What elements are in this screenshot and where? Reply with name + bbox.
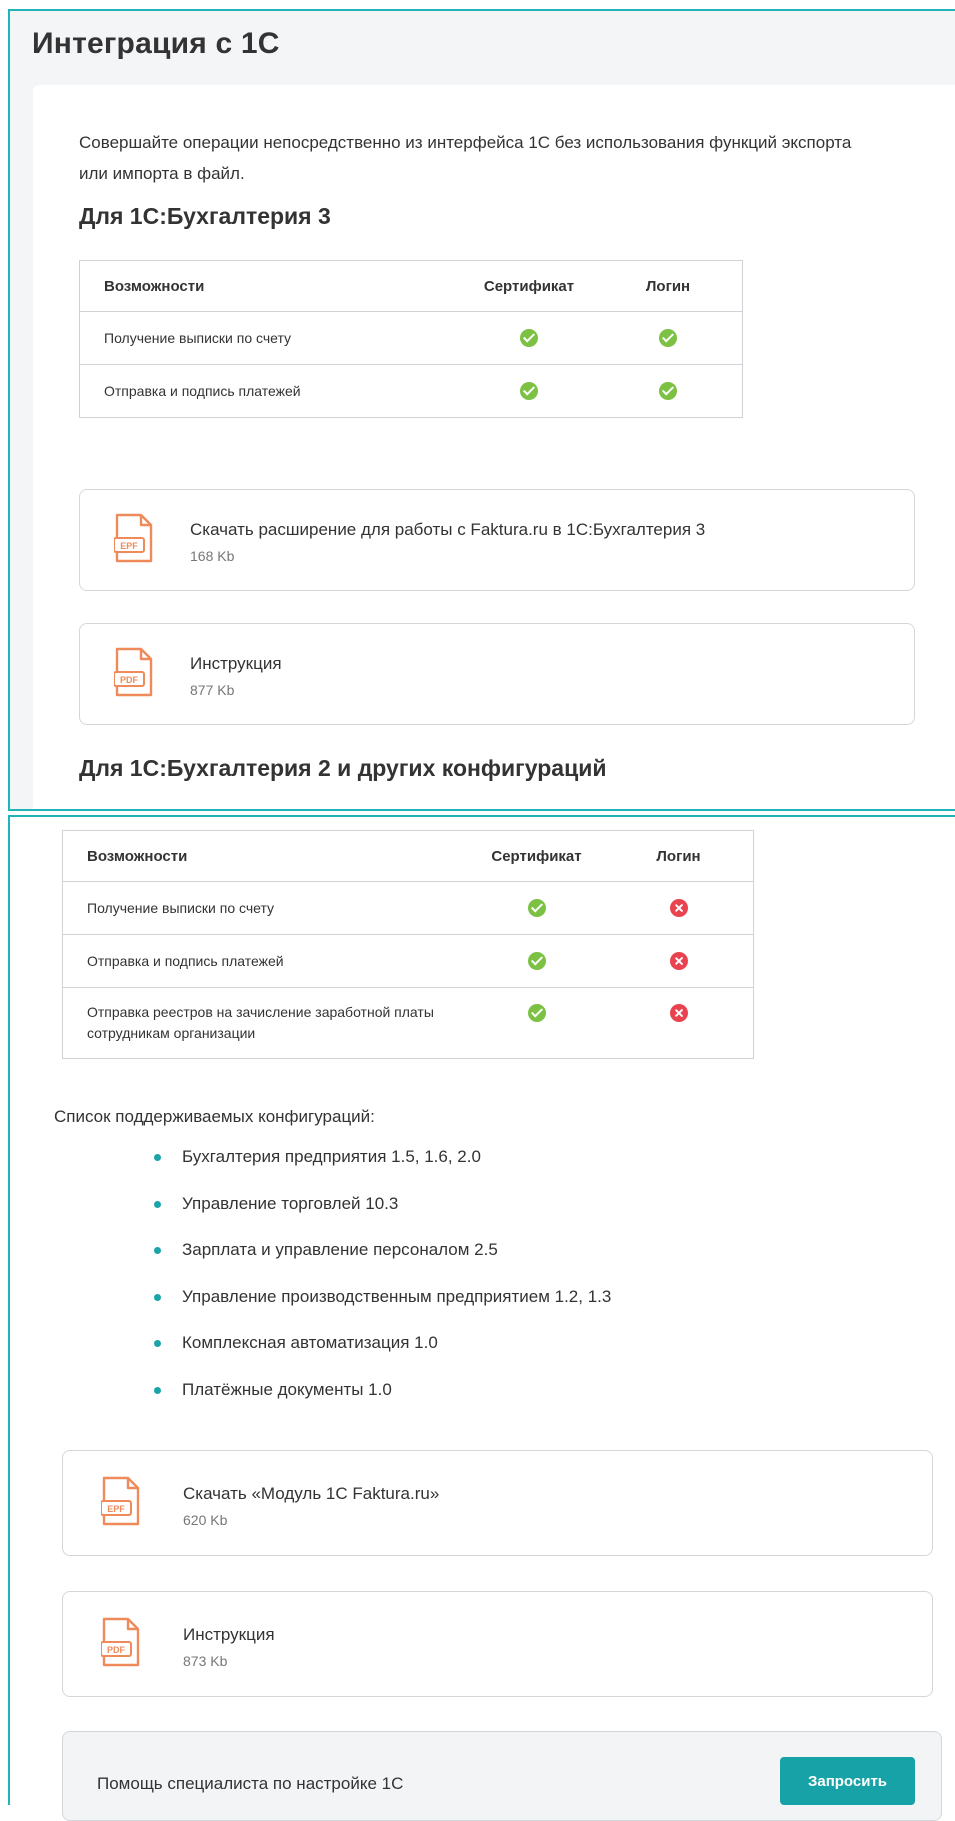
table-header-row: Возможности Сертификат Логин — [62, 830, 754, 882]
svg-text:PDF: PDF — [107, 1645, 126, 1655]
check-icon — [527, 952, 546, 971]
download-title: Инструкция — [190, 654, 282, 673]
feature-label: Получение выписки по счету — [62, 881, 469, 935]
features-table-buh2: Возможности Сертификат Логин Получение в… — [62, 830, 754, 1059]
check-icon — [520, 382, 538, 401]
file-size: 873 Kb — [183, 1653, 228, 1669]
pdf-file-icon: PDF — [114, 647, 153, 697]
pdf-file-icon: PDF — [101, 1617, 140, 1667]
list-item: Платёжные документы 1.0 — [140, 1379, 611, 1426]
check-icon — [527, 1004, 546, 1023]
help-box: Помощь специалиста по настройке 1С Запро… — [62, 1731, 942, 1821]
download-instruction-buh3[interactable]: PDF Инструкция 877 Kb — [79, 623, 915, 725]
svg-text:EPF: EPF — [107, 1504, 125, 1514]
feature-label: Отправка и подпись платежей — [62, 934, 469, 988]
list-item: Комплексная автоматизация 1.0 — [140, 1332, 611, 1379]
cross-icon — [669, 899, 688, 918]
cross-icon — [669, 952, 688, 971]
download-extension-buh3[interactable]: EPF Скачать расширение для работы с Fakt… — [79, 489, 915, 591]
col-header-certificate: Сертификат — [469, 830, 604, 882]
list-item: Зарплата и управление персоналом 2.5 — [140, 1239, 611, 1286]
table-row: Отправка и подпись платежей — [62, 934, 754, 988]
file-size: 620 Kb — [183, 1512, 228, 1528]
feature-label: Получение выписки по счету — [79, 311, 464, 365]
col-header-login: Логин — [594, 260, 743, 312]
table-edge-divider — [79, 809, 743, 811]
download-module-1c[interactable]: EPF Скачать «Модуль 1С Faktura.ru» 620 K… — [62, 1450, 933, 1556]
download-instruction-module[interactable]: PDF Инструкция 873 Kb — [62, 1591, 933, 1697]
table-header-row: Возможности Сертификат Логин — [79, 260, 743, 312]
section-heading-buh3: Для 1С:Бухгалтерия 3 — [79, 203, 331, 229]
col-header-login: Логин — [604, 830, 754, 882]
epf-file-icon: EPF — [114, 513, 153, 563]
download-title: Скачать расширение для работы с Faktura.… — [190, 520, 706, 539]
request-button[interactable]: Запросить — [780, 1757, 915, 1805]
feature-label: Отправка и подпись платежей — [79, 364, 464, 418]
features-table-buh3: Возможности Сертификат Логин Получение в… — [79, 260, 743, 418]
configs-list-title: Список поддерживаемых конфигураций: — [54, 1107, 375, 1126]
check-icon — [659, 329, 677, 348]
page-title: Интеграция с 1С — [32, 27, 280, 60]
download-title: Скачать «Модуль 1С Faktura.ru» — [183, 1484, 440, 1503]
table-row: Отправка и подпись платежей — [79, 364, 743, 418]
cross-icon — [669, 1004, 688, 1023]
list-item: Бухгалтерия предприятия 1.5, 1.6, 2.0 — [140, 1146, 611, 1193]
check-icon — [520, 329, 538, 348]
epf-file-icon: EPF — [101, 1476, 140, 1526]
feature-label: Отправка реестров на зачисление заработн… — [62, 987, 469, 1059]
download-title: Инструкция — [183, 1625, 275, 1644]
file-size: 877 Kb — [190, 682, 235, 698]
check-icon — [527, 899, 546, 918]
table-row: Отправка реестров на зачисление заработн… — [62, 987, 754, 1059]
list-item: Управление торговлей 10.3 — [140, 1193, 611, 1240]
col-header-features: Возможности — [79, 260, 464, 312]
configs-list: Бухгалтерия предприятия 1.5, 1.6, 2.0 Уп… — [140, 1146, 611, 1425]
screenshot-panel-top: Интеграция с 1С Совершайте операции непо… — [8, 9, 955, 811]
list-item: Управление производственным предприятием… — [140, 1286, 611, 1333]
help-text: Помощь специалиста по настройке 1С — [97, 1774, 404, 1793]
table-row: Получение выписки по счету — [79, 311, 743, 365]
section-heading-buh2: Для 1С:Бухгалтерия 2 и других конфигурац… — [79, 755, 607, 781]
intro-text: Совершайте операции непосредственно из и… — [79, 133, 852, 183]
check-icon — [659, 382, 677, 401]
table-row: Получение выписки по счету — [62, 881, 754, 935]
svg-text:PDF: PDF — [120, 675, 139, 685]
col-header-features: Возможности — [62, 830, 469, 882]
svg-text:EPF: EPF — [120, 541, 138, 551]
col-header-certificate: Сертификат — [464, 260, 594, 312]
file-size: 168 Kb — [190, 548, 235, 564]
content-card: Совершайте операции непосредственно из и… — [33, 85, 955, 811]
